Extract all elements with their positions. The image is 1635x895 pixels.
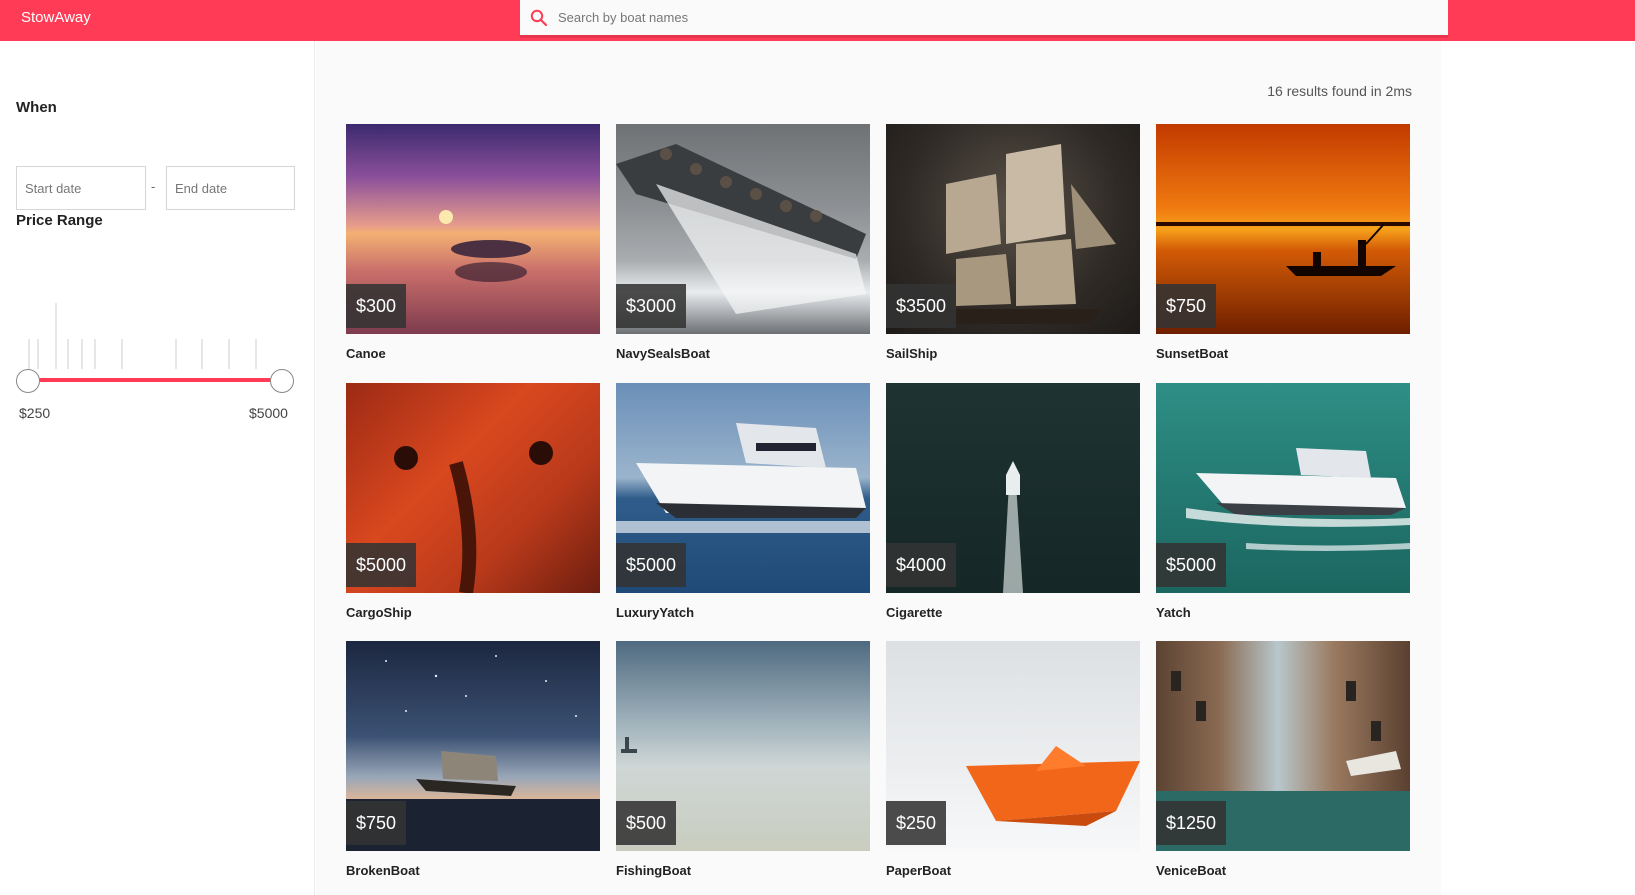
histogram-bar (81, 339, 83, 369)
when-heading: When (16, 99, 57, 116)
price-badge: $500 (616, 801, 677, 845)
boat-name[interactable]: Canoe (346, 346, 600, 364)
boat-image-navysealsboat[interactable]: $3000 (616, 124, 870, 334)
price-badge: $250 (886, 801, 947, 845)
boat-card[interactable]: $5000 Yatch (1156, 383, 1410, 623)
boat-name[interactable]: BrokenBoat (346, 863, 600, 881)
boat-name[interactable]: SunsetBoat (1156, 346, 1410, 364)
boat-card[interactable]: $750 SunsetBoat (1156, 124, 1410, 364)
boat-image-canoe[interactable]: $300 (346, 124, 600, 334)
boat-name[interactable]: VeniceBoat (1156, 863, 1410, 881)
boat-name[interactable]: CargoShip (346, 605, 600, 623)
boat-card[interactable]: $250 PaperBoat (886, 641, 1140, 881)
boat-card[interactable]: $1250 VeniceBoat (1156, 641, 1410, 881)
price-badge: $5000 (1156, 543, 1227, 587)
histogram-bar (94, 339, 96, 369)
search-icon (520, 0, 558, 35)
app-header: StowAway (0, 0, 1635, 41)
histogram-bar (28, 339, 30, 369)
brand-logo[interactable]: StowAway (21, 0, 91, 35)
boat-card[interactable]: $5000 CargoShip (346, 383, 600, 623)
price-badge: $5000 (616, 543, 687, 587)
search-bar (520, 0, 1448, 35)
boat-name[interactable]: LuxuryYatch (616, 605, 870, 623)
boat-card[interactable]: $3000 NavySealsBoat (616, 124, 870, 364)
boat-image-fishingboat[interactable]: $500 (616, 641, 870, 851)
start-date-input[interactable] (16, 166, 146, 210)
price-range-heading: Price Range (16, 212, 103, 229)
boat-image-veniceboat[interactable]: $1250 (1156, 641, 1410, 851)
boat-image-luxuryyatch[interactable]: $5000 (616, 383, 870, 593)
histogram-bar (67, 339, 69, 369)
search-input[interactable] (558, 0, 1448, 35)
price-slider-track[interactable] (28, 378, 282, 382)
date-separator: - (151, 179, 156, 194)
price-badge: $3000 (616, 284, 687, 328)
price-badge: $5000 (346, 543, 417, 587)
price-badge: $300 (346, 284, 407, 328)
histogram-bar (37, 339, 39, 369)
price-histogram (24, 303, 274, 369)
boat-name[interactable]: FishingBoat (616, 863, 870, 881)
boat-image-brokenboat[interactable]: $750 (346, 641, 600, 851)
filters-sidebar: When - Price Range $250 $5000 (0, 41, 315, 895)
boat-image-sailship[interactable]: $3500 (886, 124, 1140, 334)
boat-name[interactable]: PaperBoat (886, 863, 1140, 881)
results-count: 16 results found in 2ms (1267, 83, 1412, 99)
boat-image-yatch[interactable]: $5000 (1156, 383, 1410, 593)
histogram-bar (175, 339, 177, 369)
search-underline (520, 35, 1448, 38)
boat-name[interactable]: Cigarette (886, 605, 1140, 623)
boat-card[interactable]: $4000 Cigarette (886, 383, 1140, 623)
price-badge: $3500 (886, 284, 957, 328)
boat-name[interactable]: Yatch (1156, 605, 1410, 623)
boat-name[interactable]: SailShip (886, 346, 1140, 364)
histogram-bar (121, 339, 123, 369)
histogram-bar (201, 339, 203, 369)
boat-card[interactable]: $300 Canoe (346, 124, 600, 364)
end-date-input[interactable] (166, 166, 295, 210)
boat-card[interactable]: $3500 SailShip (886, 124, 1140, 364)
histogram-bar (228, 339, 230, 369)
price-max-handle[interactable] (270, 369, 294, 393)
price-max-label: $5000 (249, 405, 288, 421)
boat-card[interactable]: $500 FishingBoat (616, 641, 870, 881)
price-badge: $750 (346, 801, 407, 845)
boat-card[interactable]: $5000 LuxuryYatch (616, 383, 870, 623)
boat-image-sunsetboat[interactable]: $750 (1156, 124, 1410, 334)
boat-image-cargoship[interactable]: $5000 (346, 383, 600, 593)
boat-image-cigarette[interactable]: $4000 (886, 383, 1140, 593)
price-badge: $750 (1156, 284, 1217, 328)
boat-card[interactable]: $750 BrokenBoat (346, 641, 600, 881)
price-min-label: $250 (19, 405, 51, 421)
price-min-handle[interactable] (16, 369, 40, 393)
boat-image-paperboat[interactable]: $250 (886, 641, 1140, 851)
results-area: 16 results found in 2ms $300 Canoe $3000… (316, 41, 1441, 895)
price-badge: $1250 (1156, 801, 1227, 845)
boat-name[interactable]: NavySealsBoat (616, 346, 870, 364)
histogram-bar (255, 339, 257, 369)
price-badge: $4000 (886, 543, 957, 587)
histogram-bar (55, 303, 57, 369)
